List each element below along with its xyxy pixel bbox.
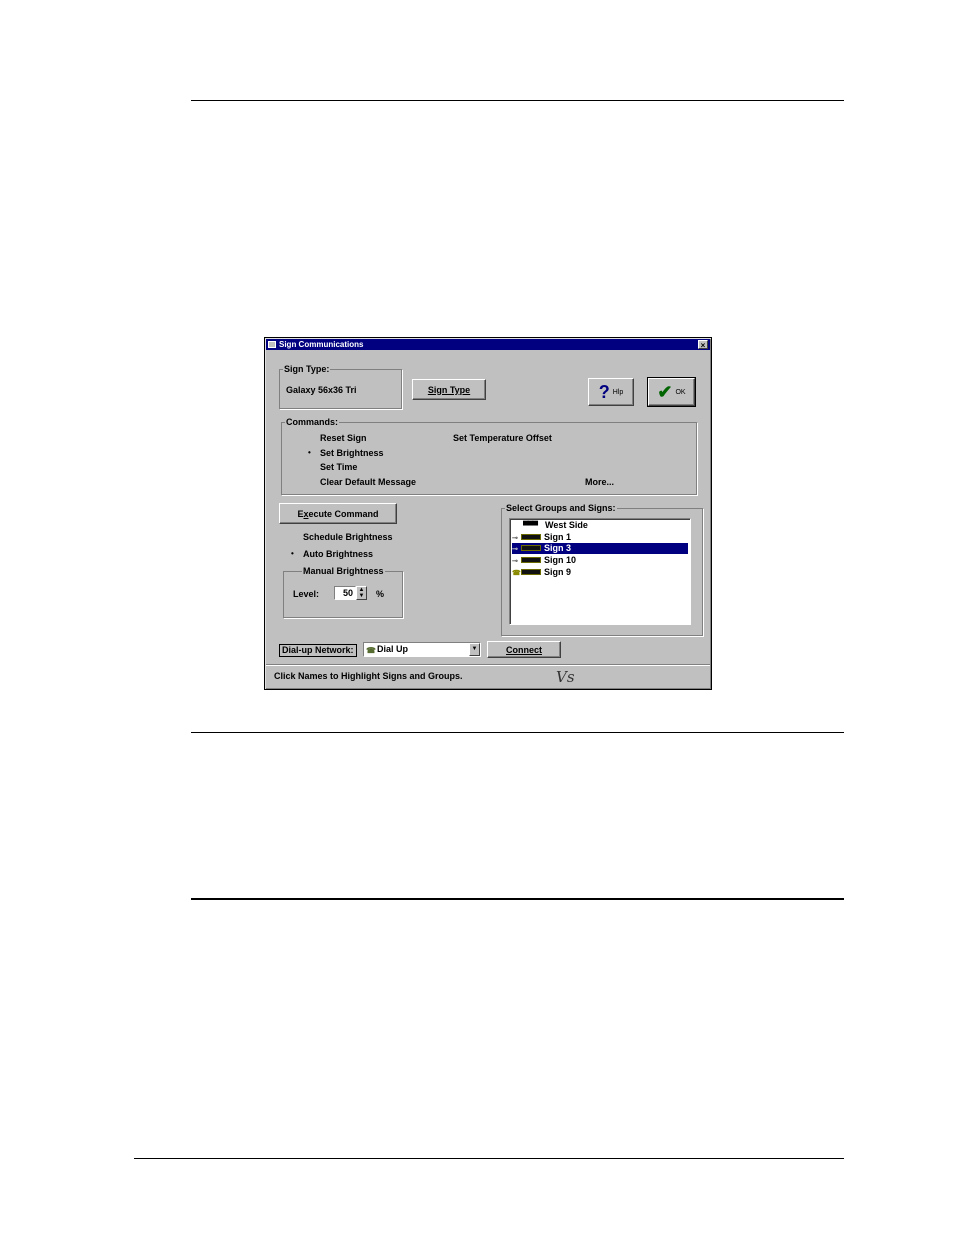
checkmark-icon: ✔ [657, 381, 673, 402]
command-reset-sign[interactable]: Reset Sign [320, 433, 367, 444]
level-spinner-icon[interactable]: ▲ ▼ [356, 586, 367, 600]
list-item-label: Sign 3 [544, 543, 572, 553]
brightness-level-input[interactable]: 50 [334, 586, 356, 600]
phone-icon: ☎ [512, 570, 521, 577]
sign-display-icon [521, 569, 541, 575]
execute-command-button[interactable]: Ex ecute Command [279, 503, 397, 524]
list-item-label: Sign 1 [544, 532, 572, 542]
sign-type-group: Sign Type: Galaxy 56x36 Tri [279, 364, 402, 409]
selected-command-bullet-icon: • [308, 448, 311, 457]
list-item-west-side[interactable]: ▀▀▀ West Side [512, 520, 688, 531]
list-item-label: Sign 10 [544, 555, 577, 565]
sign-type-button-label: Sign Type [427, 384, 471, 395]
dropdown-arrow-icon[interactable]: ▼ [469, 643, 480, 656]
top-rule [191, 100, 844, 101]
connection-icon: ⊸ [512, 558, 518, 565]
list-item-sign-10[interactable]: ⊸ Sign 10 [512, 555, 688, 566]
list-item-sign-9[interactable]: ☎ Sign 9 [512, 567, 688, 578]
middle-rule [191, 732, 844, 733]
schedule-brightness-option[interactable]: Schedule Brightness [303, 532, 393, 543]
network-select[interactable]: ☎ Dial Up ▼ [363, 642, 481, 657]
section-rule [191, 898, 844, 900]
groups-signs-list[interactable]: ▀▀▀ West Side ⊸ Sign 1 ⊸ Sign 3 ⊸ Sign 1… [509, 518, 691, 625]
dial-up-network-label: Dial-up Network: [279, 644, 357, 657]
sign-display-icon [521, 557, 541, 563]
command-set-time[interactable]: Set Time [320, 462, 357, 473]
sign-type-button[interactable]: Sign Type [412, 379, 486, 400]
command-clear-default-message[interactable]: Clear Default Message [320, 477, 416, 488]
help-icon: ? [598, 381, 610, 402]
level-label: Level: [293, 589, 320, 599]
groups-signs-group-label: Select Groups and Signs: [505, 503, 617, 513]
network-select-value: Dial Up [377, 644, 409, 654]
status-bar: Click Names to Highlight Signs and Group… [266, 664, 710, 689]
sign-type-value: Galaxy 56x36 Tri [286, 385, 357, 395]
auto-brightness-option[interactable]: Auto Brightness [303, 549, 373, 560]
command-set-brightness[interactable]: Set Brightness [320, 448, 384, 459]
sign-type-group-label: Sign Type: [283, 364, 331, 374]
sign-group-icon: ▀▀▀ [523, 521, 538, 530]
list-item-label: Sign 9 [544, 567, 572, 577]
window-title: Sign Communications [279, 340, 364, 349]
execute-label-rest: ecute Command [308, 508, 379, 519]
footer-rule [134, 1158, 844, 1159]
help-button-label: Hlp [612, 388, 624, 396]
commands-group-label: Commands: [285, 417, 340, 427]
close-button[interactable]: × [698, 340, 708, 350]
sign-communications-dialog: Sign Communications × Sign Type: Galaxy … [264, 337, 712, 690]
app-icon [268, 341, 276, 348]
list-item-sign-1[interactable]: ⊸ Sign 1 [512, 532, 688, 543]
sign-display-icon [521, 534, 541, 540]
auto-brightness-bullet-icon: • [291, 549, 294, 558]
sign-display-icon [521, 545, 541, 551]
level-unit: % [376, 589, 385, 599]
connect-button[interactable]: Connect [487, 641, 561, 658]
list-item-label: West Side [545, 520, 588, 530]
more-commands-link[interactable]: More... [585, 477, 614, 488]
help-button[interactable]: ? Hlp [588, 378, 634, 406]
ok-button[interactable]: ✔ OK [647, 377, 696, 407]
command-set-temperature-offset[interactable]: Set Temperature Offset [453, 433, 552, 444]
connect-button-label: Connect [506, 644, 542, 655]
commands-group: Commands: Reset Sign • Set Brightness Se… [281, 417, 697, 495]
manual-brightness-option[interactable]: Manual Brightness [302, 566, 385, 576]
status-text: Click Names to Highlight Signs and Group… [274, 671, 463, 681]
handwritten-initials: Vs [556, 668, 575, 686]
list-item-sign-3[interactable]: ⊸ Sign 3 [512, 543, 688, 554]
connection-icon: ⊸ [512, 546, 518, 553]
ok-button-label: OK [675, 388, 686, 396]
title-bar[interactable]: Sign Communications × [266, 339, 710, 350]
phone-icon: ☎ [366, 646, 376, 655]
